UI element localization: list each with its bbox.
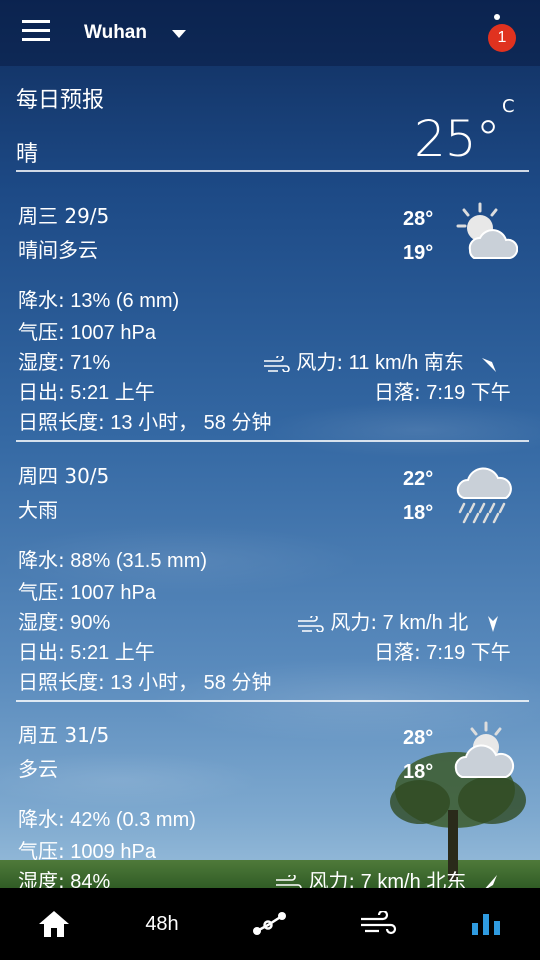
daylight-row: 日照长度: 13 小时， 58 分钟 [18,670,272,694]
dropdown-caret-icon[interactable] [172,30,186,38]
forecast-day[interactable]: 周三 29/5 晴间多云 28° 19° 降水: 13% (6 mm) 气压: … [0,200,540,460]
sunrise-row: 日出: 5:21 上午 [18,380,155,404]
day-date: 周四 30/5 [18,464,110,488]
forecast-day[interactable]: 周四 30/5 大雨 22° 18° 降水: 88% (31.5 mm) 气压:… [0,460,540,720]
city-selector[interactable]: Wuhan [84,22,147,44]
menu-icon[interactable] [22,20,62,48]
app-bar: Wuhan 1 [0,0,540,66]
divider [16,440,529,442]
bar-chart-icon [472,914,500,935]
alert-badge: 1 [488,24,516,52]
wind-row: 风力: 7 km/h 北 [296,606,503,635]
pressure-row: 气压: 1007 hPa [18,320,156,344]
bottom-navigation: 48h [0,888,540,960]
partly-cloudy-icon [456,202,518,259]
info-icon [494,14,500,20]
day-condition: 晴间多云 [18,238,98,262]
day-high-temp: 28° [403,727,434,749]
nav-hourly-label: 48h [145,912,179,935]
sunrise-row: 日出: 5:21 上午 [18,640,155,664]
nav-daily[interactable] [432,888,540,960]
day-low-temp: 18° [403,761,434,783]
nav-hourly[interactable]: 48h [108,888,216,960]
sunset-row: 日落: 7:19 下午 [374,640,511,664]
day-condition: 多云 [18,757,58,781]
precipitation-row: 降水: 88% (31.5 mm) [18,548,208,572]
nav-wind[interactable] [324,888,432,960]
current-temperature: 25° [414,110,501,168]
pressure-row: 气压: 1009 hPa [18,839,156,863]
day-low-temp: 18° [403,502,434,524]
day-condition: 大雨 [18,498,58,522]
wind-row: 风力: 11 km/h 南东 [262,346,498,375]
wind-icon [298,613,324,633]
day-high-temp: 28° [403,208,434,230]
temperature-unit[interactable]: C [502,96,515,117]
wind-icon [361,911,397,935]
current-condition: 晴 [16,142,39,167]
line-graph-icon [253,912,286,935]
humidity-row: 湿度: 71% [18,350,111,374]
divider [16,700,529,702]
cloudy-icon [454,721,515,778]
page-title: 每日预报 [16,88,105,113]
wind-direction-arrow-icon [482,357,497,372]
pressure-row: 气压: 1007 hPa [18,580,156,604]
day-date: 周三 29/5 [18,204,110,228]
nav-graph[interactable] [216,888,324,960]
day-low-temp: 19° [403,242,434,264]
precipitation-row: 降水: 42% (0.3 mm) [18,807,196,831]
precipitation-row: 降水: 13% (6 mm) [18,288,180,312]
humidity-row: 湿度: 90% [18,610,111,634]
alert-button[interactable]: 1 [488,14,518,54]
divider [16,170,529,172]
nav-home[interactable] [0,888,108,960]
heavy-rain-icon [456,467,512,524]
day-date: 周五 31/5 [18,723,110,747]
day-high-temp: 22° [403,468,434,490]
wind-direction-arrow-icon [487,615,498,632]
home-icon [39,911,69,937]
sunset-row: 日落: 7:19 下午 [374,380,511,404]
daylight-row: 日照长度: 13 小时， 58 分钟 [18,410,272,434]
wind-icon [264,353,290,373]
forecast-day[interactable]: 周五 31/5 多云 28° 18° 降水: 42% (0.3 mm) 气压: … [0,719,540,893]
